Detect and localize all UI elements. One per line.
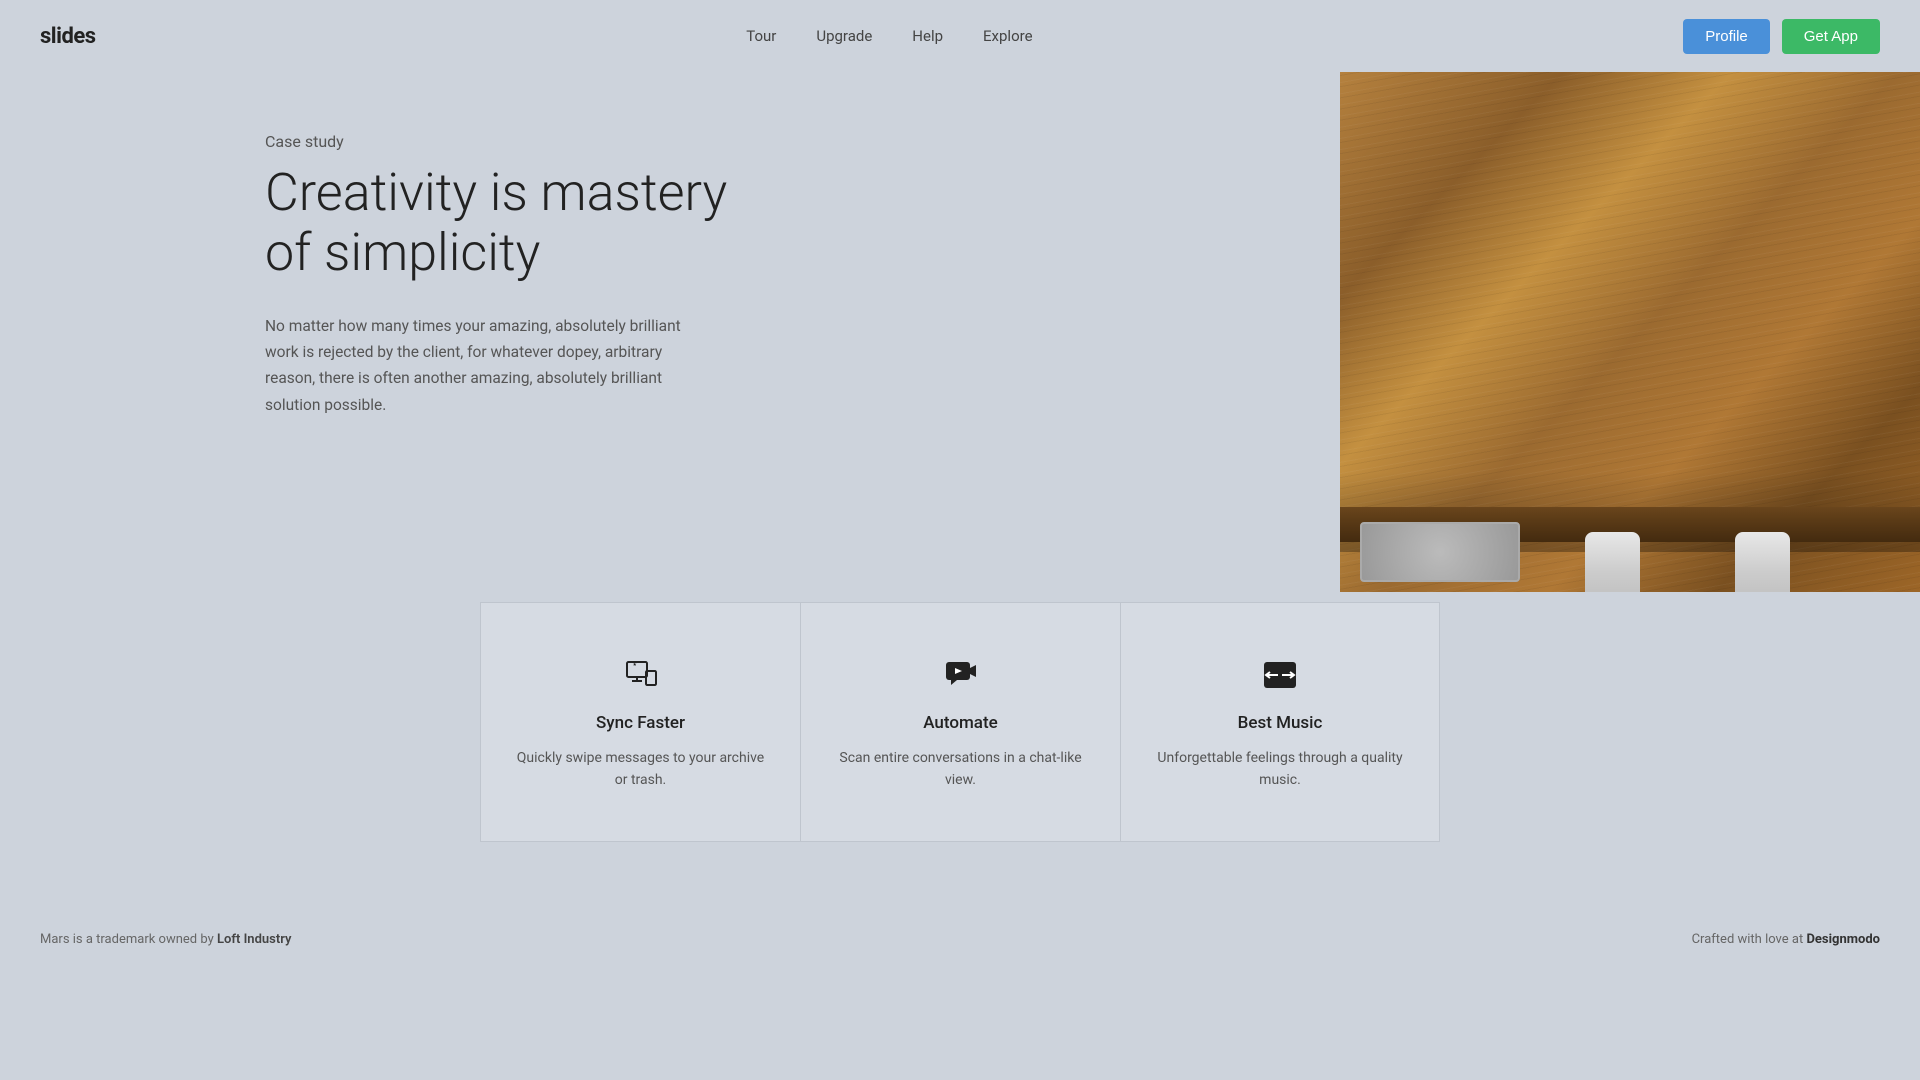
footer-brand: Loft Industry: [217, 932, 291, 947]
nav-item-explore[interactable]: Explore: [983, 27, 1033, 45]
sync-icon: [511, 653, 770, 693]
features-section: Sync Faster Quickly swipe messages to yo…: [0, 602, 1920, 842]
footer-designmodo: Designmodo: [1806, 932, 1880, 947]
nav-item-upgrade[interactable]: Upgrade: [816, 27, 872, 45]
music-icon: [1151, 653, 1409, 693]
hero-image: [1340, 72, 1920, 592]
feature-card-music: Best Music Unforgettable feelings throug…: [1120, 602, 1440, 842]
footer: Mars is a trademark owned by Loft Indust…: [0, 902, 1920, 977]
sync-faster-desc: Quickly swipe messages to your archive o…: [511, 747, 770, 792]
best-music-title: Best Music: [1151, 713, 1409, 733]
video-icon: [831, 653, 1090, 693]
speaker-leg-left: [1585, 532, 1640, 592]
header-actions: Profile Get App: [1683, 19, 1880, 54]
speaker-leg-right: [1735, 532, 1790, 592]
footer-right: Crafted with love at Designmodo: [1692, 932, 1880, 947]
sync-faster-title: Sync Faster: [511, 713, 770, 733]
hero-content: Case study Creativity is mastery of simp…: [265, 132, 765, 418]
best-music-desc: Unforgettable feelings through a quality…: [1151, 747, 1409, 792]
automate-desc: Scan entire conversations in a chat-like…: [831, 747, 1090, 792]
hero-title: Creativity is mastery of simplicity: [265, 163, 765, 283]
automate-title: Automate: [831, 713, 1090, 733]
footer-left-text: Mars is a trademark owned by: [40, 932, 217, 947]
feature-card-automate: Automate Scan entire conversations in a …: [800, 602, 1120, 842]
profile-button[interactable]: Profile: [1683, 19, 1770, 54]
header: slides Tour Upgrade Help Explore Profile…: [0, 0, 1920, 72]
logo: slides: [40, 24, 96, 49]
footer-left: Mars is a trademark owned by Loft Indust…: [40, 932, 291, 947]
hero-section: Case study Creativity is mastery of simp…: [0, 72, 1920, 592]
feature-card-sync: Sync Faster Quickly swipe messages to yo…: [480, 602, 800, 842]
footer-right-text: Crafted with love at: [1692, 932, 1807, 947]
main-nav: Tour Upgrade Help Explore: [746, 27, 1032, 45]
hero-description: No matter how many times your amazing, a…: [265, 313, 715, 418]
nav-item-help[interactable]: Help: [912, 27, 943, 45]
case-study-label: Case study: [265, 132, 765, 151]
speaker-bottom: [1340, 492, 1920, 592]
get-app-button[interactable]: Get App: [1782, 19, 1880, 54]
speaker-grille: [1360, 522, 1520, 582]
nav-item-tour[interactable]: Tour: [746, 27, 776, 45]
